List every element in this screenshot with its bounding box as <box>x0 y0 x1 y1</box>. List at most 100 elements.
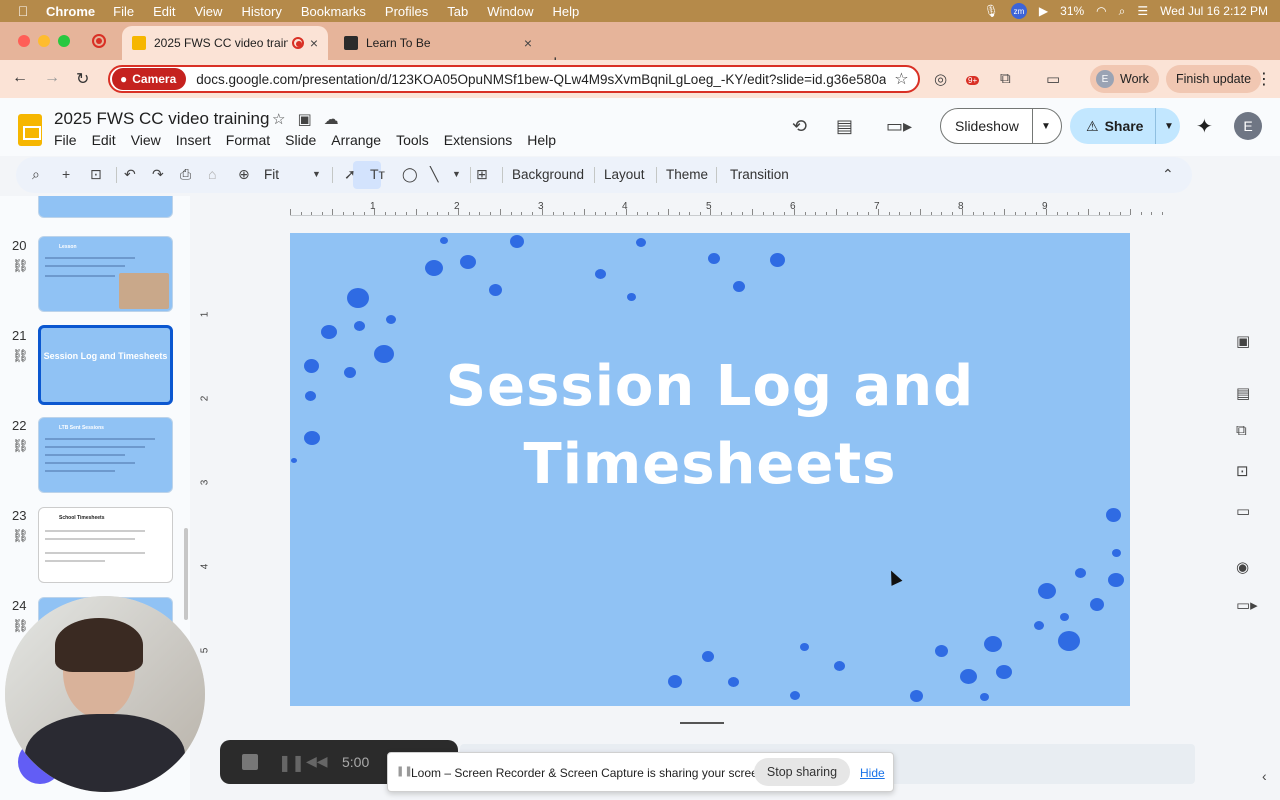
meet-camera-icon[interactable]: ▭▸ <box>886 116 912 137</box>
puzzle-icon[interactable]: ⧉ <box>1000 70 1011 87</box>
profile-chip[interactable]: E Work <box>1090 65 1159 93</box>
text-box-icon[interactable]: Tт <box>370 166 385 182</box>
close-tab-icon[interactable]: × <box>524 35 532 51</box>
menu-help[interactable]: Help <box>553 4 580 19</box>
camera-indicator[interactable]: ● Camera <box>112 68 187 90</box>
star-icon[interactable]: ☆ <box>894 69 908 89</box>
chevron-left-icon[interactable]: ‹ <box>1262 768 1267 784</box>
hide-link[interactable]: Hide <box>860 766 885 780</box>
app-menu-chrome[interactable]: Chrome <box>46 4 95 19</box>
maximize-window-button[interactable] <box>58 35 70 47</box>
tab-search-icon[interactable]: ▭ <box>1046 70 1060 88</box>
menu-bookmarks[interactable]: Bookmarks <box>301 4 366 19</box>
chevron-down-icon[interactable]: ▼ <box>1156 121 1174 132</box>
print-icon[interactable]: ⎙ <box>180 166 191 183</box>
finish-update-button[interactable]: Finish update <box>1166 65 1262 93</box>
tasks-icon[interactable]: ⧉ <box>1236 422 1247 439</box>
undo-icon[interactable]: ↶ <box>124 166 136 183</box>
menu-tools[interactable]: Tools <box>396 132 429 148</box>
chrome-menu-icon[interactable]: ⋮ <box>1256 69 1272 89</box>
comment-add-icon[interactable]: ⊞ <box>476 166 488 183</box>
menu-edit[interactable]: Edit <box>153 4 175 19</box>
tab-slides[interactable]: 2025 FWS CC video training × <box>122 26 328 60</box>
folder-icon[interactable]: ▭ <box>1236 502 1250 520</box>
chevron-down-icon[interactable]: ▼ <box>452 169 461 179</box>
slideshow-button[interactable]: Slideshow ▼ <box>940 108 1062 144</box>
record-icon[interactable]: ◉ <box>1236 558 1249 576</box>
move-folder-icon[interactable]: ▣ <box>297 110 311 128</box>
stop-recording-button[interactable] <box>242 754 258 770</box>
menu-format[interactable]: Format <box>226 132 270 148</box>
gemini-icon[interactable]: ✦ <box>1196 114 1213 139</box>
close-window-button[interactable] <box>18 35 30 47</box>
back-icon[interactable]: ← <box>12 69 28 87</box>
keep-icon[interactable]: ▤ <box>1236 384 1250 402</box>
slide-thumbnail-21[interactable]: Session Log and Timesheets <box>38 325 173 405</box>
menu-insert[interactable]: Insert <box>176 132 211 148</box>
extension-badge-icon[interactable]: 9+ <box>966 70 980 87</box>
menu-tab[interactable]: Tab <box>447 4 468 19</box>
menu-history[interactable]: History <box>241 4 281 19</box>
stop-sharing-button[interactable]: Stop sharing <box>754 758 850 786</box>
extension-icon[interactable]: ◎ <box>934 70 947 88</box>
slides-logo-icon[interactable] <box>18 114 42 146</box>
pause-icon[interactable]: ❚❚ <box>278 753 305 773</box>
shape-icon[interactable]: ◯ <box>402 166 418 183</box>
comment-icon[interactable]: ▤ <box>836 116 853 137</box>
current-slide[interactable]: Session Log and Timesheets <box>290 233 1130 706</box>
video-icon[interactable]: ▭▸ <box>1236 596 1258 614</box>
webcam-bubble[interactable] <box>5 596 205 792</box>
add-image-icon[interactable]: ▣ <box>1236 332 1250 350</box>
zoom-select[interactable]: Fit <box>264 167 279 182</box>
slide-thumbnail-19[interactable] <box>38 196 173 218</box>
menu-view[interactable]: View <box>131 132 161 148</box>
minimize-window-button[interactable] <box>38 35 50 47</box>
menu-arrange[interactable]: Arrange <box>331 132 381 148</box>
slide-title[interactable]: Session Log and Timesheets <box>290 348 1130 504</box>
slide-thumbnail-20[interactable]: Lesson <box>38 236 173 312</box>
background-button[interactable]: Background <box>512 167 584 182</box>
omnibox[interactable]: ● Camera docs.google.com/presentation/d/1… <box>108 65 920 93</box>
tab-learn-to-be[interactable]: Learn To Be × <box>334 26 542 60</box>
menu-view[interactable]: View <box>194 4 222 19</box>
redo-icon[interactable]: ↷ <box>152 166 164 183</box>
contacts-icon[interactable]: ⊡ <box>1236 462 1249 480</box>
zoom-icon[interactable]: ⊕ <box>238 166 250 183</box>
search-icon[interactable]: ⌕ <box>32 166 40 183</box>
spotlight-icon[interactable]: ⌕ <box>1119 4 1126 19</box>
collapse-icon[interactable]: ⌃ <box>1162 166 1174 183</box>
control-center-icon[interactable]: ☰ <box>1137 4 1148 18</box>
wifi-icon[interactable]: ◠ <box>1096 4 1106 18</box>
zoom-app-icon[interactable]: zm <box>1010 3 1027 19</box>
menu-slide[interactable]: Slide <box>285 132 316 148</box>
cursor-icon[interactable]: ➚ <box>344 166 356 183</box>
slide-thumbnail-22[interactable]: LTB Sent Sessions <box>38 417 173 493</box>
battery-percent[interactable]: 31% <box>1060 4 1084 18</box>
menu-profiles[interactable]: Profiles <box>385 4 428 19</box>
menu-file[interactable]: File <box>113 4 134 19</box>
slide-thumbnail-23[interactable]: School Timesheets <box>38 507 173 583</box>
transition-button[interactable]: Transition <box>730 167 789 182</box>
new-slide-layout-icon[interactable]: ⊡ <box>90 166 102 183</box>
star-icon[interactable]: ☆ <box>272 110 285 128</box>
datetime[interactable]: Wed Jul 16 2:12 PM <box>1160 4 1268 18</box>
close-tab-icon[interactable]: × <box>310 35 318 51</box>
play-icon[interactable]: ▶ <box>1039 4 1048 18</box>
restart-icon[interactable]: ◀◀ <box>306 753 328 770</box>
document-title[interactable]: 2025 FWS CC video training <box>54 109 269 129</box>
layout-button[interactable]: Layout <box>604 167 645 182</box>
chevron-down-icon[interactable]: ▼ <box>312 169 321 179</box>
menu-window[interactable]: Window <box>487 4 533 19</box>
theme-button[interactable]: Theme <box>666 167 708 182</box>
chevron-down-icon[interactable]: ▼ <box>1033 121 1051 132</box>
line-icon[interactable]: ╲ <box>430 166 438 183</box>
menu-extensions[interactable]: Extensions <box>444 132 512 148</box>
new-slide-icon[interactable]: + <box>62 166 70 182</box>
speaker-notes-handle[interactable] <box>680 722 724 724</box>
cloud-status-icon[interactable]: ☁ <box>324 110 339 128</box>
mic-icon[interactable]: 🎙 <box>984 4 999 18</box>
menu-file[interactable]: File <box>54 132 77 148</box>
reload-icon[interactable]: ↻ <box>76 69 89 89</box>
apple-icon[interactable]:  <box>0 3 46 19</box>
url-text[interactable]: docs.google.com/presentation/d/123KOA05O… <box>196 72 886 87</box>
